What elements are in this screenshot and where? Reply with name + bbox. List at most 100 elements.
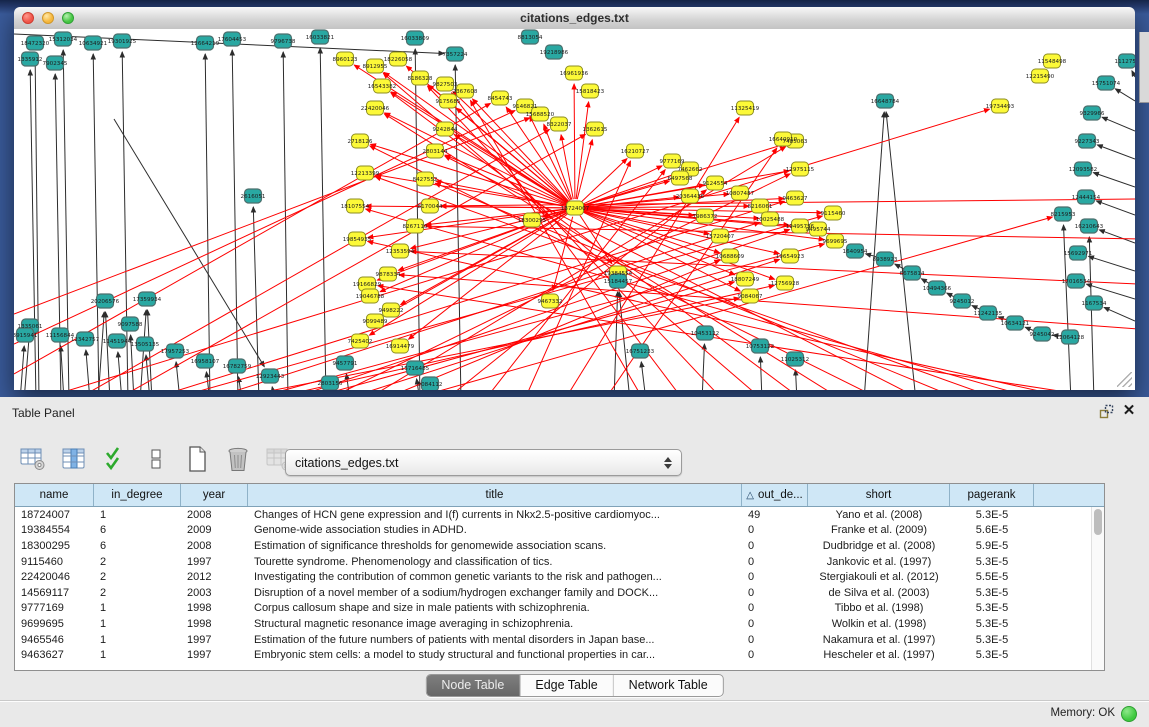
table-cell[interactable]: 6 [94, 540, 181, 552]
graph-edge[interactable] [452, 93, 684, 390]
table-cell[interactable]: Jankovic et al. (1997) [808, 556, 950, 568]
table-cell[interactable]: 0 [742, 524, 808, 536]
graph-edge[interactable] [24, 337, 29, 390]
graph-edge[interactable] [1089, 237, 1094, 390]
column-select-icon[interactable] [59, 445, 89, 473]
table-cell[interactable]: 0 [742, 602, 808, 614]
graph-edge[interactable] [972, 306, 980, 310]
graph-edge[interactable] [886, 112, 916, 390]
table-cell[interactable]: 1997 [181, 556, 248, 568]
table-cell[interactable]: 1998 [181, 602, 248, 614]
table-cell[interactable]: 2003 [181, 587, 248, 599]
column-header-title[interactable]: title [248, 484, 742, 506]
table-row[interactable]: 977716911998Corpus callosum shape and si… [15, 601, 1092, 617]
table-cell[interactable]: 0 [742, 587, 808, 599]
table-cell[interactable]: 0 [742, 556, 808, 568]
table-cell[interactable]: 2 [94, 556, 181, 568]
table-cell[interactable]: 0 [742, 649, 808, 661]
table-selector-dropdown[interactable]: citations_edges.txt [285, 449, 682, 476]
tab-edge-table[interactable]: Edge Table [519, 675, 612, 696]
graph-edge[interactable] [574, 84, 575, 199]
graph-edge[interactable] [146, 355, 150, 390]
table-cell[interactable]: 9463627 [15, 649, 94, 661]
table-cell[interactable]: 49 [742, 509, 808, 521]
row-select-icon[interactable] [100, 445, 130, 473]
column-header-name[interactable]: name [15, 484, 94, 506]
table-cell[interactable]: 5.3E-5 [950, 618, 1034, 630]
table-cell[interactable]: 22420046 [15, 571, 94, 583]
table-cell[interactable]: 1997 [181, 634, 248, 646]
column-header-pagerank[interactable]: pagerank [950, 484, 1034, 506]
graph-edge[interactable] [1096, 201, 1135, 215]
table-cell[interactable]: 5.3E-5 [950, 556, 1034, 568]
table-row[interactable]: 946362711997Embryonic stem cells: a mode… [15, 647, 1092, 663]
graph-edge[interactable] [1093, 173, 1135, 187]
table-cell[interactable]: 2008 [181, 540, 248, 552]
split-view-icon[interactable] [141, 445, 171, 473]
table-row[interactable]: 1456911722003Disruption of a novel membe… [15, 585, 1092, 601]
table-row[interactable]: 911546021997Tourette syndrome. Phenomeno… [15, 554, 1092, 570]
graph-edge[interactable] [1104, 307, 1135, 321]
graph-edge[interactable] [1102, 117, 1135, 131]
graph-edge[interactable] [760, 357, 762, 390]
graph-edge[interactable] [895, 264, 904, 269]
table-scrollbar[interactable] [1091, 507, 1104, 670]
table-cell[interactable]: Investigating the contribution of common… [248, 571, 742, 583]
table-cell[interactable]: Nakamura et al. (1997) [808, 634, 950, 646]
table-cell[interactable]: Corpus callosum shape and size in male p… [248, 602, 742, 614]
table-cell[interactable]: 2 [94, 571, 181, 583]
graph-edge[interactable] [619, 292, 630, 390]
table-cell[interactable]: 0 [742, 618, 808, 630]
graph-edge[interactable] [205, 54, 210, 390]
table-row[interactable]: 1938455462009Genome-wide association stu… [15, 523, 1092, 539]
table-row[interactable]: 1872400712008Changes of HCN gene express… [15, 507, 1092, 523]
close-panel-icon[interactable]: ✕ [1121, 402, 1137, 420]
table-cell[interactable]: de Silva et al. (2003) [808, 587, 950, 599]
table-cell[interactable]: 2 [94, 587, 181, 599]
table-cell[interactable]: Hescheler et al. (1997) [808, 649, 950, 661]
table-row[interactable]: 946554611997Estimation of the future num… [15, 632, 1092, 648]
table-cell[interactable]: 1997 [181, 649, 248, 661]
graph-edge[interactable] [118, 352, 122, 390]
graph-edge[interactable] [453, 92, 569, 202]
graph-edge[interactable] [1089, 256, 1136, 271]
network-window[interactable]: citations_edges.txt 18724007183002951938… [14, 7, 1135, 390]
table-cell[interactable]: 0 [742, 571, 808, 583]
table-cell[interactable]: Estimation of the future numbers of pati… [248, 634, 742, 646]
table-cell[interactable]: 2012 [181, 571, 248, 583]
table-cell[interactable]: 1 [94, 634, 181, 646]
table-cell[interactable]: 9115460 [15, 556, 94, 568]
table-cell[interactable]: 19384554 [15, 524, 94, 536]
table-cell[interactable]: Wolkin et al. (1998) [808, 618, 950, 630]
column-header-out_de[interactable]: △out_de... [742, 484, 808, 506]
table-settings-icon[interactable] [18, 445, 48, 473]
graph-edge[interactable] [702, 344, 705, 390]
table-row[interactable]: 1830029562008Estimation of significance … [15, 538, 1092, 554]
graph-edge[interactable] [1097, 145, 1135, 159]
table-cell[interactable]: Estimation of significance thresholds fo… [248, 540, 742, 552]
table-row[interactable]: 969969511998Structural magnetic resonanc… [15, 616, 1092, 632]
table-cell[interactable]: 5.3E-5 [950, 509, 1034, 521]
graph-edge[interactable] [428, 86, 725, 390]
new-document-icon[interactable] [182, 445, 212, 473]
delete-table-icon[interactable] [223, 445, 253, 473]
graph-edge[interactable] [375, 177, 1004, 390]
graph-edge[interactable] [921, 279, 929, 284]
table-cell[interactable]: 5.3E-5 [950, 587, 1034, 599]
table-cell[interactable]: Dudbridge et al. (2008) [808, 540, 950, 552]
table-cell[interactable]: 9777169 [15, 602, 94, 614]
graph-edge[interactable] [1132, 71, 1135, 77]
column-header-in_degree[interactable]: in_degree [94, 484, 181, 506]
table-cell[interactable]: 5.3E-5 [950, 602, 1034, 614]
table-cell[interactable]: 5.9E-5 [950, 540, 1034, 552]
table-cell[interactable]: 0 [742, 540, 808, 552]
table-cell[interactable]: Genome-wide association studies in ADHD. [248, 524, 742, 536]
graph-edge[interactable] [14, 118, 530, 314]
network-canvas[interactable]: 1872400718300295193845541221339918107554… [14, 29, 1135, 390]
table-cell[interactable]: 0 [742, 634, 808, 646]
table-cell[interactable]: Stergiakouli et al. (2012) [808, 571, 950, 583]
table-scrollbar-thumb[interactable] [1094, 509, 1102, 535]
graph-edge[interactable] [641, 362, 646, 390]
graph-edge[interactable] [35, 54, 39, 390]
table-cell[interactable]: 6 [94, 524, 181, 536]
